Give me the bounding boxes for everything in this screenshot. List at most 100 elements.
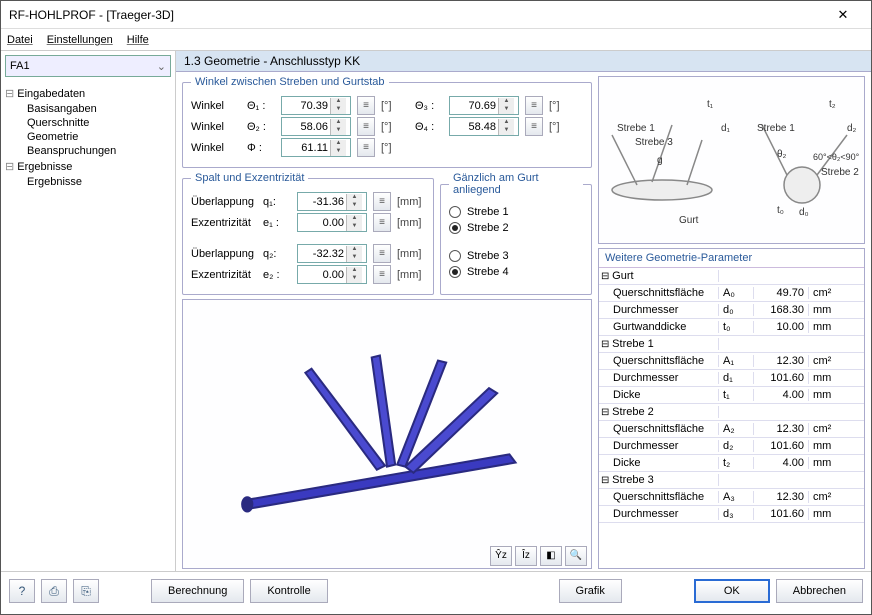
stepper-e1[interactable]: ≡ [373,213,391,232]
unit-deg-4: [°] [549,121,577,133]
sym-theta4: Θ₄ : [415,121,443,133]
dl-t0: t₀ [777,205,784,216]
input-theta2[interactable]: ▲▼ [281,117,351,136]
input-q2[interactable]: ▲▼ [297,244,367,263]
input-theta4[interactable]: ▲▼ [449,117,519,136]
nav-tree: Eingabedaten Basisangaben Querschnitte G… [1,81,175,571]
unit-deg-3: [°] [549,100,577,112]
window-title: RF-HOHLPROF - [Traeger-3D] [9,8,823,22]
stepper-theta4[interactable]: ≡ [525,117,543,136]
params-box: Weitere Geometrie-Parameter Gurt Quersch… [598,248,865,569]
sym-q1: q₁: [263,196,291,208]
unit-mm-e2: [mm] [397,269,425,281]
tree-item-querschnitte[interactable]: Querschnitte [27,116,171,130]
chevron-down-icon: ⌄ [157,60,166,73]
dl-strebe2: Strebe 2 [821,167,859,178]
content-left: Winkel zwischen Streben und Gurtstab Win… [182,76,592,569]
preview-3d-svg [183,300,591,568]
input-q1[interactable]: ▲▼ [297,192,367,211]
content-right: Strebe 1 Strebe 3 Gurt g t₁ d₁ Strebe 1 … [598,76,865,569]
tree-cat-ergebnisse[interactable]: Ergebnisse [5,160,171,173]
radio-strebe2[interactable]: Strebe 2 [449,222,583,234]
label-winkel-p: Winkel [191,142,241,154]
dl-th2: θ₂ [777,149,786,160]
tree-item-geometrie[interactable]: Geometrie [27,130,171,144]
preview-3d[interactable]: Ŷz Îz ◧ 🔍 [182,299,592,569]
tree-item-basisangaben[interactable]: Basisangaben [27,102,171,116]
grafik-button[interactable]: Grafik [559,579,622,603]
label-overlap-2: Überlappung [191,248,257,260]
help-icon[interactable]: ? [9,579,35,603]
sym-theta2: Θ₂ : [247,121,275,133]
tool-iz[interactable]: Îz [515,546,537,566]
grp-s2[interactable]: Strebe 2 [599,406,719,418]
cancel-button[interactable]: Abbrechen [776,579,863,603]
input-phi[interactable]: ▲▼ [281,138,351,157]
legend-gap: Spalt und Exzentrizität [191,172,308,184]
sym-phi: Φ : [247,142,275,154]
menu-einstellungen[interactable]: Einstellungen [47,34,113,46]
calc-button[interactable]: Berechnung [151,579,244,603]
dl-t1: t₁ [707,99,713,110]
group-gap: Spalt und Exzentrizität Überlappung q₁: … [182,172,434,295]
ok-button[interactable]: OK [694,579,770,603]
stepper-phi[interactable]: ≡ [357,138,375,157]
input-theta1[interactable]: ▲▼ [281,96,351,115]
legend-flush: Gänzlich am Gurt anliegend [449,172,583,196]
stepper-theta3[interactable]: ≡ [525,96,543,115]
menu-hilfe[interactable]: Hilfe [127,34,149,46]
radio-strebe3[interactable]: Strebe 3 [449,250,583,262]
grp-gurt[interactable]: Gurt [599,270,719,282]
stepper-q1[interactable]: ≡ [373,192,391,211]
dl-gurt: Gurt [679,215,698,226]
check-button[interactable]: Kontrolle [250,579,327,603]
menubar: Datei Einstellungen Hilfe [1,29,871,51]
input-e2[interactable]: ▲▼ [297,265,367,284]
main-area: FA1 ⌄ Eingabedaten Basisangaben Querschn… [1,51,871,571]
tree-item-beanspruchungen[interactable]: Beanspruchungen [27,144,171,158]
case-combo[interactable]: FA1 ⌄ [5,55,171,77]
tool-zoom-icon[interactable]: 🔍 [565,546,587,566]
dl-strebe1: Strebe 1 [617,123,655,134]
params-table[interactable]: Gurt QuerschnittsflächeA₀49.70cm² Durchm… [599,268,864,568]
stepper-q2[interactable]: ≡ [373,244,391,263]
titlebar: RF-HOHLPROF - [Traeger-3D] ✕ [1,1,871,29]
params-head: Weitere Geometrie-Parameter [599,249,864,268]
radio-strebe1[interactable]: Strebe 1 [449,206,583,218]
tree-cat-eingabedaten[interactable]: Eingabedaten [5,87,171,100]
bottom-bar: ? ⎙ ⎘ Berechnung Kontrolle Grafik OK Abb… [1,571,871,609]
stepper-e2[interactable]: ≡ [373,265,391,284]
input-theta3[interactable]: ▲▼ [449,96,519,115]
close-button[interactable]: ✕ [823,2,863,28]
dl-cond: 60°<θ₂<90° [813,152,859,162]
menu-datei[interactable]: Datei [7,34,33,46]
tool-yz[interactable]: Ŷz [490,546,512,566]
grp-s3[interactable]: Strebe 3 [599,474,719,486]
unit-mm-q1: [mm] [397,196,425,208]
legend-angles: Winkel zwischen Streben und Gurtstab [191,76,389,88]
unit-mm-e1: [mm] [397,217,425,229]
section-title: 1.3 Geometrie - Anschlusstyp KK [176,51,871,72]
sym-e2: e₂ : [263,269,291,281]
unit-deg-2: [°] [381,121,409,133]
label-winkel-1: Winkel [191,100,241,112]
tree-item-ergebnisse[interactable]: Ergebnisse [27,175,171,189]
dl-strebe1b: Strebe 1 [757,123,795,134]
dl-g: g [657,155,663,166]
dl-d0: d₀ [799,207,809,218]
label-overlap-1: Überlappung [191,196,257,208]
stepper-theta1[interactable]: ≡ [357,96,375,115]
label-ecc-1: Exzentrizität [191,217,257,229]
radio-strebe4[interactable]: Strebe 4 [449,266,583,278]
grp-s1[interactable]: Strebe 1 [599,338,719,350]
export-icon[interactable]: ⎘ [73,579,99,603]
right-panel: 1.3 Geometrie - Anschlusstyp KK Winkel z… [176,51,871,571]
import-icon[interactable]: ⎙ [41,579,67,603]
label-ecc-2: Exzentrizität [191,269,257,281]
content: Winkel zwischen Streben und Gurtstab Win… [176,72,871,571]
unit-mm-q2: [mm] [397,248,425,260]
tool-cube-icon[interactable]: ◧ [540,546,562,566]
stepper-theta2[interactable]: ≡ [357,117,375,136]
input-e1[interactable]: ▲▼ [297,213,367,232]
preview-toolbar: Ŷz Îz ◧ 🔍 [490,546,587,566]
